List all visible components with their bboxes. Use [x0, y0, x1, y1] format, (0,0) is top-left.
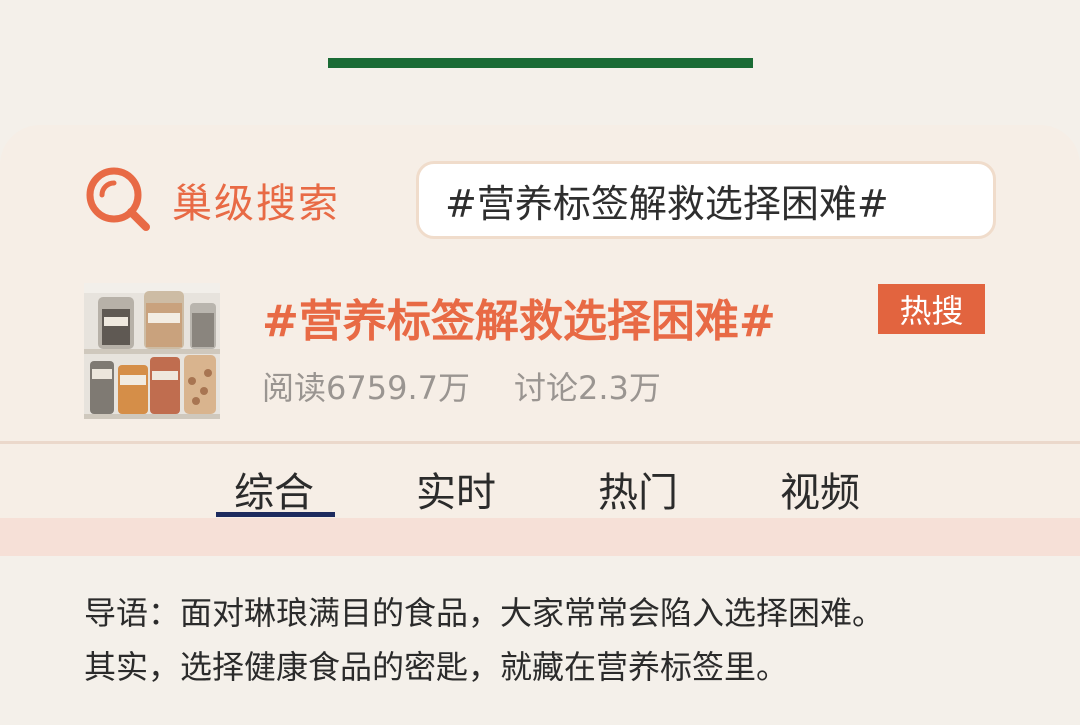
active-tab-indicator: [216, 512, 335, 517]
read-count: 阅读6759.7万: [262, 369, 470, 407]
tab-bar: 综合 实时 热门 视频: [0, 444, 1080, 518]
brand-header: 巢级搜索: [84, 165, 340, 235]
intro-line-1: 导语：面对琳琅满目的食品，大家常常会陷入选择困难。: [84, 594, 885, 632]
intro-line-2: 其实，选择健康食品的密匙，就藏在营养标签里。: [84, 648, 789, 686]
brand-name: 巢级搜索: [172, 181, 340, 227]
topic-title[interactable]: #营养标签解救选择困难#: [262, 285, 776, 349]
tab-popular[interactable]: 热门: [598, 460, 678, 518]
topic-stats: 阅读6759.7万 讨论2.3万: [262, 363, 661, 409]
search-query-text[interactable]: #营养标签解救选择困难#: [445, 173, 889, 228]
intro-text: 导语：面对琳琅满目的食品，大家常常会陷入选择困难。 其实，选择健康食品的密匙，就…: [84, 586, 1014, 694]
discussion-count: 讨论2.3万: [513, 369, 661, 407]
tab-video[interactable]: 视频: [780, 460, 860, 518]
tab-realtime[interactable]: 实时: [416, 460, 496, 518]
tab-content-band: [0, 518, 1080, 556]
intro-section: 导语：面对琳琅满目的食品，大家常常会陷入选择困难。 其实，选择健康食品的密匙，就…: [0, 556, 1080, 725]
top-accent-bar: [328, 58, 753, 68]
search-magnifier-icon: [84, 165, 154, 235]
tab-comprehensive[interactable]: 综合: [234, 460, 314, 518]
topic-thumbnail[interactable]: [84, 283, 220, 419]
search-input[interactable]: #营养标签解救选择困难#: [416, 161, 996, 239]
hot-search-badge: 热搜: [878, 284, 985, 334]
